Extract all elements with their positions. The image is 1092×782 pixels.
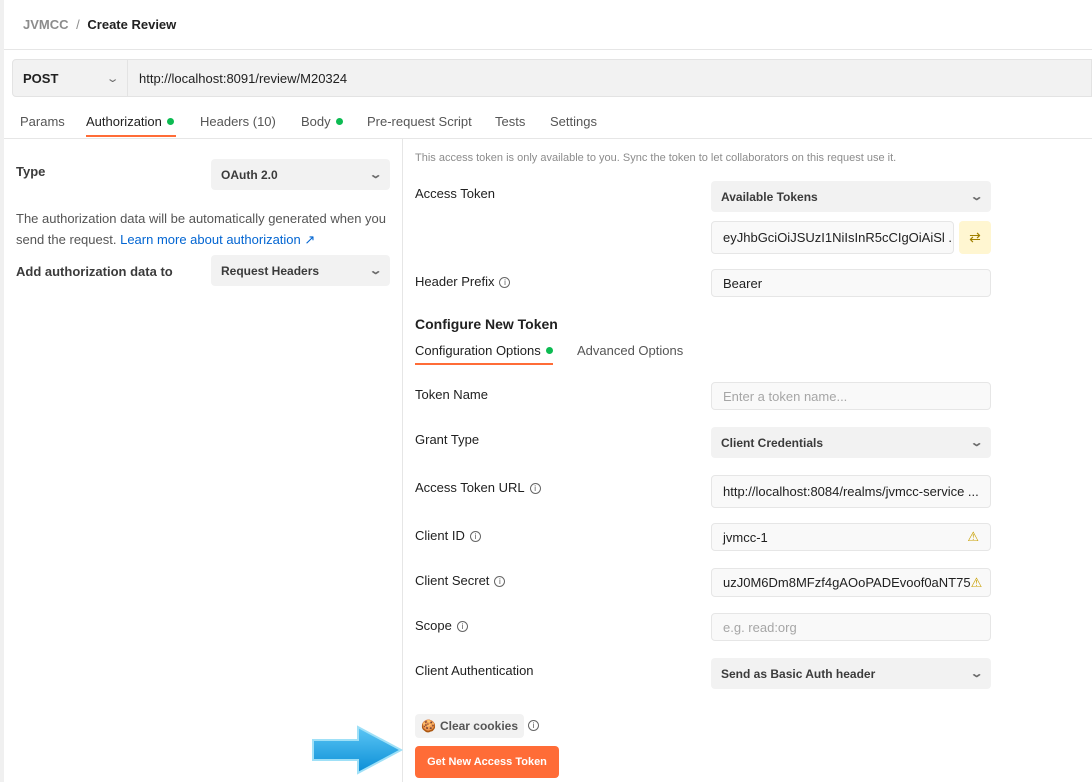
tab-settings[interactable]: Settings (550, 114, 597, 129)
info-icon[interactable]: i (499, 277, 511, 288)
client-id-input[interactable]: jvmcc-1 ⚠ (711, 523, 991, 551)
status-dot (335, 118, 343, 125)
access-token-label: Access Token (415, 186, 495, 201)
breadcrumb-request: Create Review (87, 17, 177, 32)
info-icon[interactable]: i (456, 621, 468, 632)
token-notice: This access token is only available to y… (415, 152, 897, 164)
clear-cookies-button[interactable]: 🍪 Clear cookies (415, 714, 524, 738)
grant-type-select[interactable]: Client Credentials ⌄ (711, 427, 991, 458)
auth-type-select[interactable]: OAuth 2.0 ⌄ (211, 159, 390, 190)
access-token-url-label: Access Token URL i (415, 480, 541, 495)
header-prefix-field[interactable]: Bearer (711, 269, 991, 297)
header-prefix-label: Header Prefix i (415, 274, 511, 289)
client-secret-label: Client Secret i (415, 573, 506, 588)
tab-body[interactable]: Body (301, 114, 343, 129)
method-select[interactable]: POST ⌄ (13, 60, 128, 96)
chevron-down-icon: ⌄ (368, 265, 383, 277)
tab-configuration-options[interactable]: Configuration Options (415, 343, 553, 358)
tab-params[interactable]: Params (20, 114, 65, 129)
select-value: Client Credentials (721, 435, 824, 450)
type-label: Type (16, 164, 46, 179)
chevron-down-icon: ⌄ (105, 72, 120, 85)
tab-label: Body (301, 114, 331, 129)
left-edge (0, 0, 4, 782)
token-name-label: Token Name (415, 387, 488, 402)
breadcrumb: JVMCC / Create Review (23, 17, 176, 32)
token-name-input[interactable]: Enter a token name... (711, 382, 991, 410)
learn-more-link[interactable]: Learn more about authorization ↗ (120, 232, 315, 247)
grant-type-label: Grant Type (415, 432, 480, 447)
scope-label: Scope i (415, 618, 468, 633)
client-auth-select[interactable]: Send as Basic Auth header ⌄ (711, 658, 991, 689)
tab-headers[interactable]: Headers (10) (200, 114, 276, 129)
access-token-url-input[interactable]: http://localhost:8084/realms/jvmcc-servi… (711, 475, 991, 508)
status-dot (166, 118, 174, 125)
select-value: Request Headers (221, 263, 320, 278)
warning-icon: ⚠ (970, 574, 983, 590)
available-tokens-select[interactable]: Available Tokens ⌄ (711, 181, 991, 212)
divider (4, 49, 1092, 50)
divider (4, 138, 1092, 139)
info-icon[interactable]: i (494, 576, 506, 587)
chevron-down-icon: ⌄ (969, 191, 984, 203)
client-secret-input[interactable]: uzJ0M6Dm8MFzf4gAOoPADEvoof0aNT75 ⚠ (711, 568, 991, 597)
label-text: Access Token URL (415, 480, 525, 495)
input-value: jvmcc-1 (723, 529, 768, 545)
warning-icon: ⚠ (967, 529, 979, 544)
select-value: OAuth 2.0 (221, 167, 278, 182)
cookie-icon: 🍪 (421, 719, 436, 733)
panel-divider (402, 139, 403, 782)
scope-input[interactable]: e.g. read:org (711, 613, 991, 641)
chevron-down-icon: ⌄ (969, 668, 984, 680)
tab-tests[interactable]: Tests (495, 114, 525, 129)
active-tab-indicator (86, 135, 176, 137)
select-value: Available Tokens (721, 189, 818, 204)
tab-pre-request-script[interactable]: Pre-request Script (367, 114, 472, 129)
button-label: Clear cookies (439, 719, 518, 733)
configure-title: Configure New Token (415, 316, 558, 332)
label-text: Client Secret (415, 573, 490, 588)
sync-token-icon[interactable]: ⇄ (959, 221, 991, 254)
add-to-label: Add authorization data to (16, 264, 173, 279)
label-text: Client ID (415, 528, 465, 543)
input-value: uzJ0M6Dm8MFzf4gAOoPADEvoof0aNT75 (723, 575, 971, 590)
select-value: Send as Basic Auth header (721, 666, 876, 681)
chevron-down-icon: ⌄ (969, 437, 984, 449)
breadcrumb-separator: / (76, 17, 80, 32)
label-text: Header Prefix (415, 274, 495, 289)
get-new-access-token-button[interactable]: Get New Access Token (415, 746, 559, 778)
tab-authorization[interactable]: Authorization (86, 114, 174, 129)
add-to-select[interactable]: Request Headers ⌄ (211, 255, 390, 286)
status-dot (545, 347, 553, 354)
url-input[interactable]: http://localhost:8091/review/M20324 (128, 71, 347, 86)
client-auth-label: Client Authentication (415, 663, 534, 678)
info-icon[interactable]: i (529, 483, 541, 494)
chevron-down-icon: ⌄ (368, 169, 383, 181)
info-icon[interactable]: i (528, 720, 539, 731)
arrow-annotation-icon (312, 725, 404, 775)
auth-description: The authorization data will be automatic… (16, 208, 391, 250)
url-bar: POST ⌄ http://localhost:8091/review/M2032… (12, 59, 1092, 97)
tab-label: Authorization (86, 114, 162, 129)
breadcrumb-workspace[interactable]: JVMCC (23, 17, 69, 32)
tab-advanced-options[interactable]: Advanced Options (577, 343, 683, 358)
tab-label: Configuration Options (415, 343, 541, 358)
method-value: POST (23, 70, 59, 86)
info-icon[interactable]: i (469, 531, 481, 542)
client-id-label: Client ID i (415, 528, 481, 543)
label-text: Scope (415, 618, 452, 633)
active-tab-indicator (415, 363, 553, 365)
access-token-field[interactable]: eyJhbGciOiJSUzI1NiIsInR5cCIgOiAiSl ... (711, 221, 954, 254)
